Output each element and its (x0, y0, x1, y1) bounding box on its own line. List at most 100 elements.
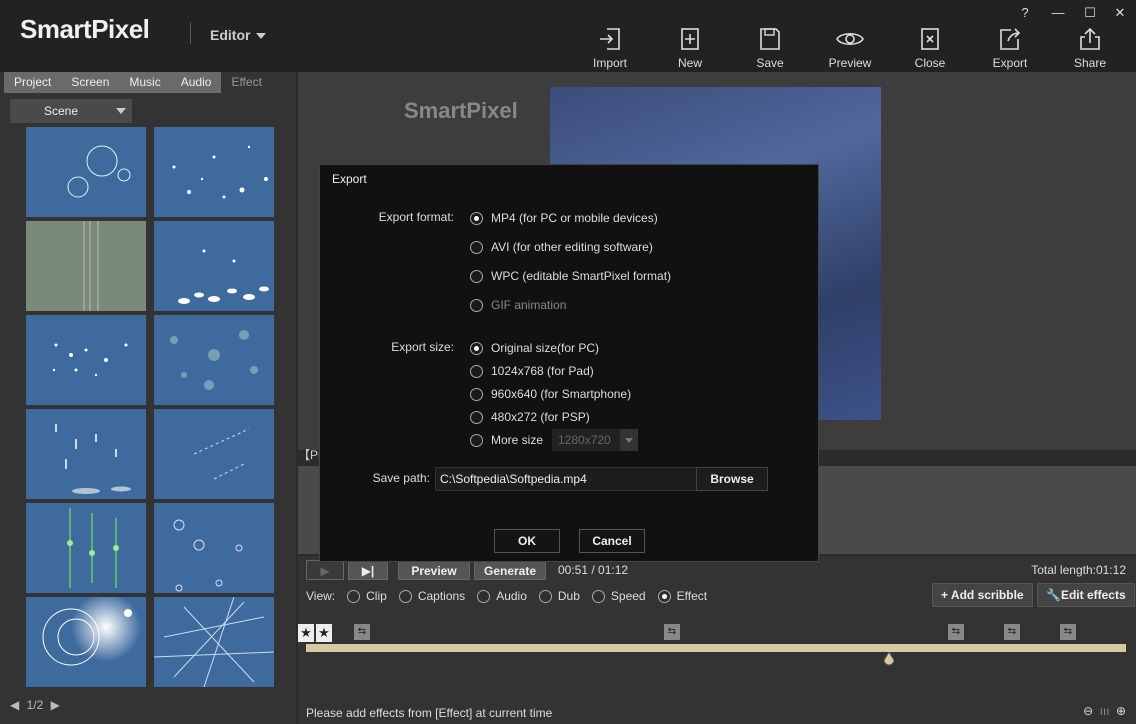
effect-thumbnail[interactable] (26, 127, 146, 217)
prev-page-icon[interactable]: ◀ (10, 698, 19, 712)
new-button[interactable]: New (658, 26, 722, 72)
format-mp4-radio[interactable] (470, 211, 483, 225)
effect-marker-icon[interactable]: ⇆ (1060, 624, 1076, 640)
effect-thumbnail[interactable] (26, 409, 146, 499)
save-button[interactable]: Save (738, 26, 802, 72)
effect-marker-icon[interactable]: ⇆ (664, 624, 680, 640)
cancel-button[interactable]: Cancel (579, 529, 645, 553)
effect-marker-icon[interactable]: ⇆ (354, 624, 370, 640)
size-option-smartphone[interactable]: 960x640 (for Smartphone) (470, 386, 631, 402)
view-audio-radio[interactable] (477, 589, 491, 603)
import-button[interactable]: Import (578, 26, 642, 72)
size-option-pad[interactable]: 1024x768 (for Pad) (470, 363, 594, 379)
view-captions-label: Captions (417, 589, 466, 603)
edit-effects-button[interactable]: 🔧Edit effects (1037, 583, 1135, 607)
format-wpc-radio[interactable] (470, 269, 483, 283)
keyframe-star-icon[interactable]: ★ (316, 624, 332, 642)
page-indicator: 1/2 (26, 698, 44, 712)
size-pad-radio[interactable] (470, 364, 483, 378)
new-icon (681, 28, 699, 50)
window-close-button[interactable]: ✕ (1105, 3, 1135, 23)
view-captions-radio[interactable] (398, 589, 412, 603)
view-audio-label: Audio (496, 589, 527, 603)
view-effect-radio[interactable] (657, 589, 671, 603)
save-path-input[interactable]: C:\Softpedia\Softpedia.mp4 (435, 467, 697, 491)
effect-thumbnail[interactable] (26, 315, 146, 405)
generate-button[interactable]: Generate (474, 560, 546, 580)
mode-menu-label: Editor (210, 27, 251, 43)
close-button[interactable]: Close (898, 26, 962, 72)
more-size-dropdown[interactable]: 1280x720 (552, 429, 638, 451)
view-speed-radio[interactable] (591, 589, 605, 603)
tab-effect[interactable]: Effect (221, 72, 271, 93)
playhead-icon[interactable] (884, 652, 894, 666)
size-original-radio[interactable] (470, 341, 483, 355)
play-button[interactable]: ▶ (306, 560, 344, 580)
format-option-wpc[interactable]: WPC (editable SmartPixel format) (470, 268, 671, 284)
chevron-down-icon (256, 33, 267, 40)
effect-thumbnail[interactable] (154, 127, 274, 217)
effect-thumbnail[interactable] (26, 597, 146, 687)
share-button[interactable]: Share (1058, 26, 1122, 72)
effect-thumbnail[interactable] (154, 597, 274, 687)
format-option-mp4[interactable]: MP4 (for PC or mobile devices) (470, 210, 658, 226)
mode-menu[interactable]: Editor (210, 27, 267, 43)
app-logo: SmartPixel (20, 14, 150, 44)
help-button[interactable]: ? (1010, 3, 1040, 23)
effect-thumbnail[interactable] (26, 221, 146, 311)
format-option-gif[interactable]: GIF animation (470, 297, 566, 313)
effect-track[interactable] (306, 644, 1126, 652)
format-gif-radio[interactable] (470, 298, 483, 312)
save-icon (760, 28, 780, 50)
scene-dropdown[interactable]: Scene (10, 99, 132, 123)
ok-button[interactable]: OK (494, 529, 560, 553)
effect-thumbnail[interactable] (26, 503, 146, 593)
size-option-original[interactable]: Original size(for PC) (470, 340, 599, 356)
chevron-down-icon (620, 429, 638, 451)
close-label: Close (914, 56, 946, 70)
size-option-psp[interactable]: 480x272 (for PSP) (470, 409, 590, 425)
size-smartphone-radio[interactable] (470, 387, 483, 401)
effect-thumbnail[interactable] (154, 503, 274, 593)
browse-button[interactable]: Browse (696, 467, 768, 491)
format-gif-label: GIF animation (491, 298, 567, 312)
import-label: Import (592, 56, 627, 70)
status-text: Please add effects from [Effect] at curr… (306, 706, 553, 720)
preview-label: Preview (828, 56, 872, 70)
format-avi-radio[interactable] (470, 240, 483, 254)
export-button[interactable]: Export (978, 26, 1042, 72)
size-option-more[interactable]: More size (470, 432, 543, 448)
minimize-button[interactable]: — (1043, 3, 1073, 23)
zoom-in-icon[interactable]: ⊕ (1116, 704, 1126, 718)
format-option-avi[interactable]: AVI (for other editing software) (470, 239, 653, 255)
add-scribble-label: Add scribble (950, 588, 1024, 602)
preview-button[interactable]: Preview (818, 26, 882, 72)
maximize-button[interactable]: ☐ (1075, 3, 1105, 23)
effect-thumbnail[interactable] (154, 315, 274, 405)
effect-thumbnail[interactable] (154, 221, 274, 311)
effect-marker-icon[interactable]: ⇆ (1004, 624, 1020, 640)
zoom-control: ⊖ ııı ⊕ (1083, 704, 1126, 718)
zoom-out-icon[interactable]: ⊖ (1083, 704, 1093, 718)
size-psp-radio[interactable] (470, 410, 483, 424)
add-scribble-button[interactable]: + Add scribble (932, 583, 1033, 607)
tab-music[interactable]: Music (119, 72, 171, 93)
view-dub-radio[interactable] (538, 589, 552, 603)
zoom-slider[interactable]: ııı (1100, 704, 1110, 718)
view-options: View: Clip Captions Audio Dub Speed Effe… (306, 587, 707, 605)
import-icon (600, 28, 620, 50)
tab-screen[interactable]: Screen (61, 72, 120, 93)
view-clip-radio[interactable] (347, 589, 361, 603)
size-more-radio[interactable] (470, 433, 483, 447)
effect-marker-icon[interactable]: ⇆ (948, 624, 964, 640)
next-page-icon[interactable]: ▶ (51, 698, 60, 712)
effect-thumbnail[interactable] (154, 409, 274, 499)
tab-project[interactable]: Project (4, 72, 62, 93)
timeline-preview-button[interactable]: Preview (398, 560, 470, 580)
step-button[interactable]: ▶| (348, 560, 388, 580)
save-path-label: Save path: (372, 471, 430, 485)
format-avi-label: AVI (for other editing software) (491, 240, 653, 254)
tab-audio[interactable]: Audio (170, 72, 222, 93)
export-label: Export (992, 56, 1028, 70)
keyframe-star-icon[interactable]: ★ (298, 624, 314, 642)
